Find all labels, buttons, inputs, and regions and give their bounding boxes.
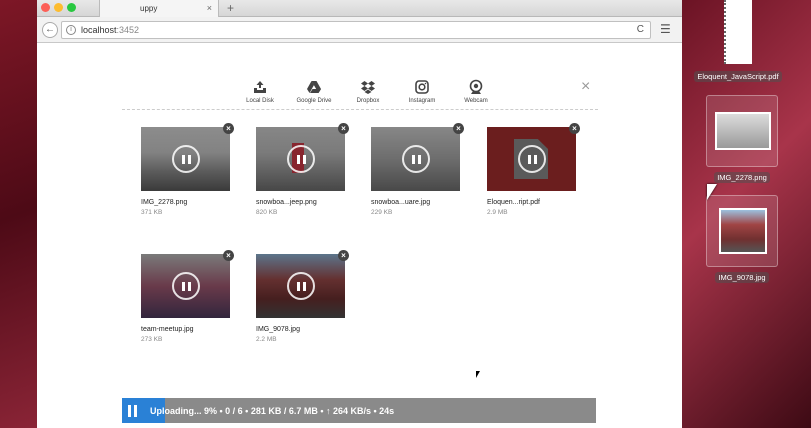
google-drive-icon [307, 81, 321, 93]
file-item[interactable]: × snowboa...jeep.png 820 KB [256, 123, 349, 222]
file-item[interactable]: × snowboa...uare.jpg 229 KB [371, 123, 464, 222]
divider [122, 109, 598, 110]
file-thumbnail [371, 127, 460, 191]
browser-window: uppy × + ← i localhost:3452 C ☰ Local Di… [37, 0, 682, 428]
image-thumbnail [706, 95, 778, 167]
remove-file-icon[interactable]: × [569, 123, 580, 134]
provider-label: Instagram [408, 98, 436, 104]
close-icon[interactable]: × [581, 79, 590, 95]
file-item[interactable]: × IMG_2278.png 371 KB [141, 123, 234, 222]
desktop-item-img-2278[interactable]: IMG_2278.png [690, 95, 794, 185]
file-item[interactable]: × Eloquen...ript.pdf 2.9 MB [487, 123, 580, 222]
provider-instagram[interactable]: Instagram [395, 79, 449, 109]
desktop-background [0, 0, 37, 428]
tab-close-icon[interactable]: × [207, 3, 212, 13]
pause-upload-icon[interactable] [402, 145, 430, 173]
file-size: 273 KB [141, 336, 163, 343]
instagram-icon [415, 80, 429, 94]
desktop-item-label: Eloquent_JavaScript.pdf [694, 71, 782, 82]
file-name: snowboa...uare.jpg [371, 199, 431, 206]
file-size: 229 KB [371, 209, 393, 216]
provider-webcam[interactable]: Webcam [449, 79, 503, 109]
file-thumbnail [141, 254, 230, 318]
provider-local-disk[interactable]: Local Disk [233, 79, 287, 109]
remove-file-icon[interactable]: × [338, 123, 349, 134]
desktop-item-label: IMG_2278.png [714, 172, 770, 183]
browser-toolbar: ← i localhost:3452 C ☰ [37, 17, 682, 43]
file-name: IMG_2278.png [141, 199, 188, 206]
desktop-item-label: IMG_9078.jpg [715, 272, 769, 283]
file-name: Eloquen...ript.pdf [487, 199, 540, 206]
desktop-item-pdf[interactable]: Eloquent_JavaScript.pdf [690, 0, 786, 84]
file-thumbnail [487, 127, 576, 191]
provider-label: Local Disk [246, 98, 274, 104]
file-name: IMG_9078.jpg [256, 326, 300, 333]
dropbox-icon [361, 81, 375, 94]
file-size: 371 KB [141, 209, 163, 216]
file-thumbnail [256, 127, 345, 191]
back-icon[interactable]: ← [42, 22, 58, 38]
remove-file-icon[interactable]: × [223, 123, 234, 134]
webcam-icon [469, 79, 483, 94]
upload-status-text: Uploading... 9% • 0 / 6 • 281 KB / 6.7 M… [150, 406, 395, 416]
address-bar[interactable]: i localhost:3452 C [61, 21, 651, 39]
menu-icon[interactable]: ☰ [660, 23, 674, 37]
info-icon[interactable]: i [66, 25, 76, 35]
pause-upload-icon[interactable] [518, 145, 546, 173]
image-thumbnail [706, 195, 778, 267]
remove-file-icon[interactable]: × [223, 250, 234, 261]
file-name: snowboa...jeep.png [256, 199, 317, 206]
file-thumbnail [141, 127, 230, 191]
provider-label: Dropbox [356, 98, 380, 104]
mouse-cursor [707, 184, 717, 200]
provider-tabs: Local Disk Google Drive Dropbox Instagra… [233, 79, 503, 109]
provider-label: Webcam [464, 98, 488, 104]
browser-tab[interactable]: uppy × [99, 0, 219, 17]
desktop-item-img-9078[interactable]: IMG_9078.jpg [690, 195, 794, 285]
local-disk-icon [254, 81, 266, 93]
tab-title: uppy [140, 4, 158, 13]
provider-label: Google Drive [296, 98, 332, 104]
provider-dropbox[interactable]: Dropbox [341, 79, 395, 109]
minimize-window-button[interactable] [54, 3, 63, 12]
file-size: 2.9 MB [487, 209, 508, 216]
pause-upload-icon[interactable] [172, 272, 200, 300]
url-port: :3452 [116, 25, 140, 35]
maximize-window-button[interactable] [67, 3, 76, 12]
close-window-button[interactable] [41, 3, 50, 12]
provider-google-drive[interactable]: Google Drive [287, 79, 341, 109]
file-name: team-meetup.jpg [141, 326, 194, 333]
pause-all-icon[interactable] [128, 405, 138, 417]
pdf-thumbnail [702, 0, 774, 66]
url-host: localhost [81, 25, 117, 35]
remove-file-icon[interactable]: × [453, 123, 464, 134]
file-size: 2.2 MB [256, 336, 277, 343]
file-size: 820 KB [256, 209, 278, 216]
pause-upload-icon[interactable] [172, 145, 200, 173]
reload-icon[interactable]: C [637, 24, 644, 35]
remove-file-icon[interactable]: × [338, 250, 349, 261]
file-item[interactable]: × IMG_9078.jpg 2.2 MB [256, 250, 349, 349]
mouse-cursor [476, 371, 480, 378]
pause-upload-icon[interactable] [287, 272, 315, 300]
url-text: localhost:3452 [81, 25, 139, 35]
title-bar: uppy × + [37, 0, 682, 17]
file-thumbnail [256, 254, 345, 318]
pause-upload-icon[interactable] [287, 145, 315, 173]
file-item[interactable]: × team-meetup.jpg 273 KB [141, 250, 234, 349]
new-tab-button[interactable]: + [227, 1, 234, 15]
upload-status-bar: Uploading... 9% • 0 / 6 • 281 KB / 6.7 M… [122, 398, 596, 423]
